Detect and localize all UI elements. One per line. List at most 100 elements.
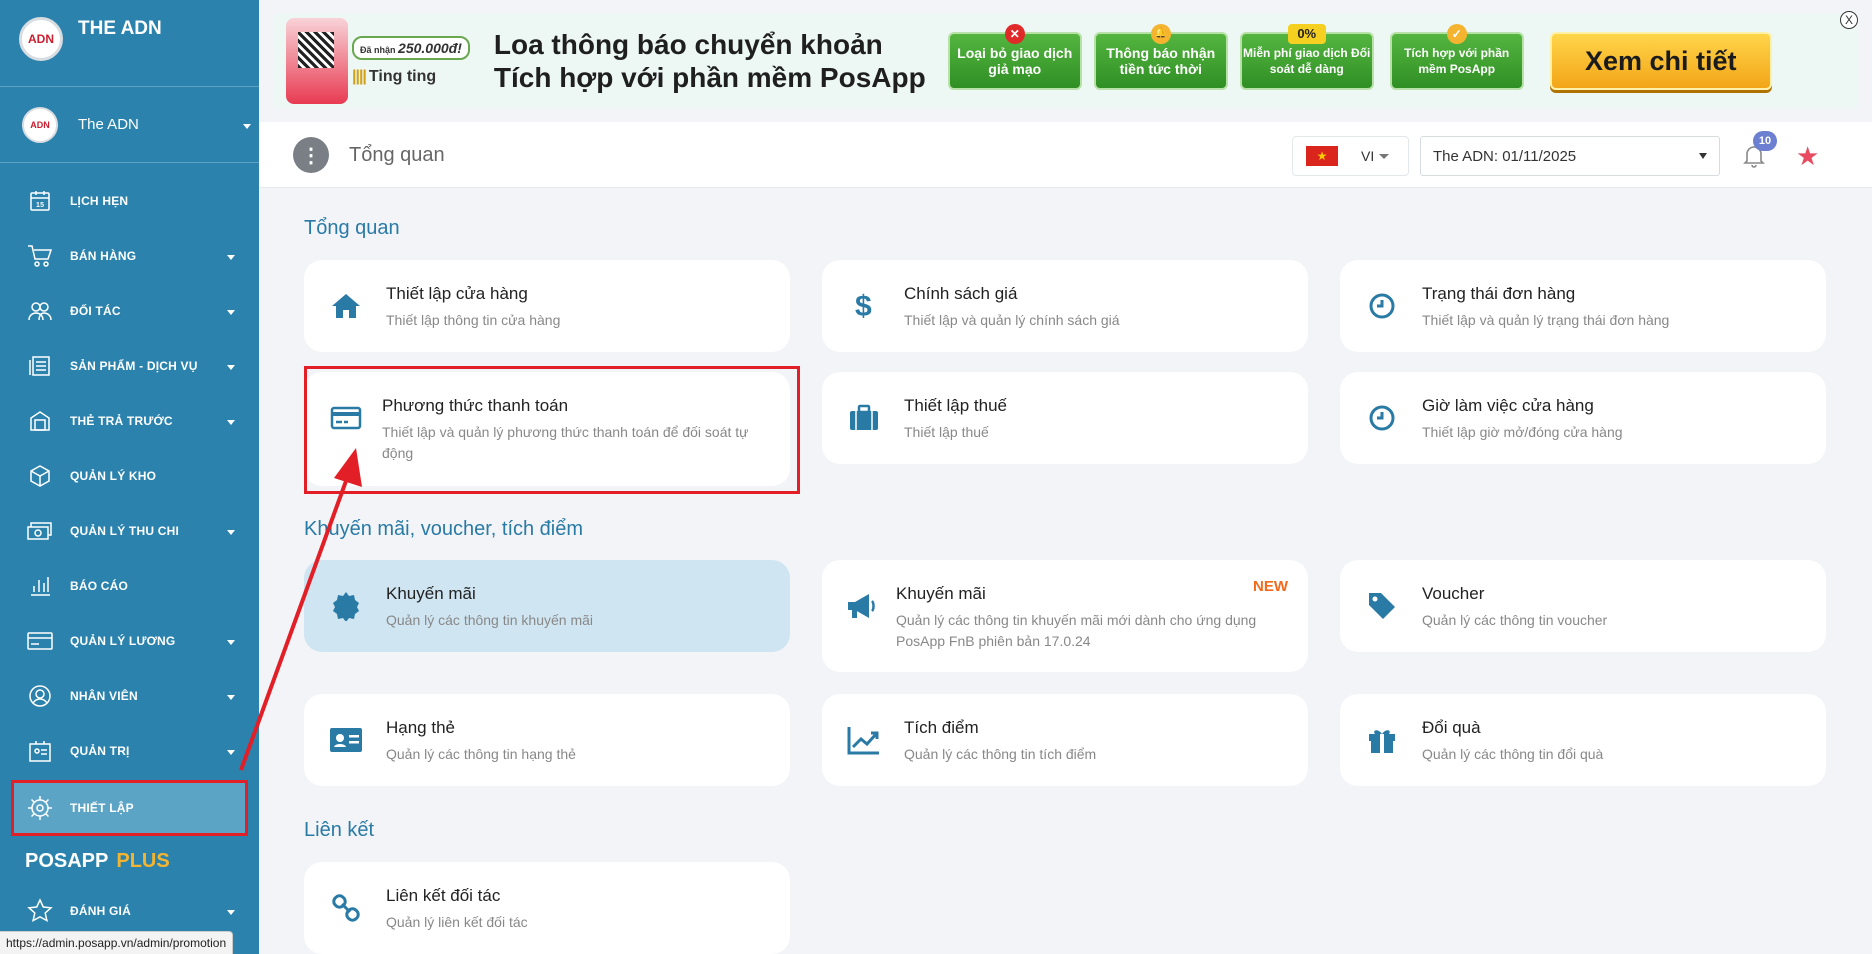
products-icon — [26, 352, 54, 380]
highlight-box-payment-methods — [304, 366, 800, 494]
section-title-promotions: Khuyến mãi, voucher, tích điểm — [304, 518, 584, 540]
sidebar-item-thu-chi[interactable]: QUẢN LÝ THU CHI — [0, 503, 259, 558]
card-desc: Quản lý các thông tin khuyến mãi mới dàn… — [896, 612, 1257, 649]
logo-text: ADN — [28, 32, 54, 46]
trend-icon — [846, 722, 882, 758]
feature-pill: 0% Miễn phí giao dịch Đối soát dễ dàng — [1239, 24, 1374, 90]
card-text: Khuyến mãi Quản lý các thông tin khuyến … — [386, 584, 776, 631]
sound-bars-icon: |||| — [352, 68, 367, 85]
status-url: https://admin.posapp.vn/admin/promotion — [0, 931, 234, 954]
notification-badge: 10 — [1753, 131, 1777, 151]
account-switcher[interactable]: ADN The ADN — [0, 87, 259, 163]
sidebar-item-label: ĐỐI TÁC — [70, 303, 121, 318]
card-text: Thiết lập thuế Thiết lập thuế — [904, 396, 1294, 443]
vietnam-flag-icon: ★ — [1306, 146, 1338, 166]
chevron-down-icon — [227, 694, 235, 700]
card-title: Thiết lập cửa hàng — [386, 284, 528, 303]
top-bar: ⋮ Tổng quan ★ VI The ADN: 01/11/2025 10 … — [259, 122, 1872, 188]
chevron-down-icon — [227, 749, 235, 755]
card-title: Đổi quà — [1422, 718, 1481, 737]
card-promotion-new[interactable]: Khuyến mãi Quản lý các thông tin khuyến … — [822, 560, 1308, 672]
card-voucher[interactable]: Voucher Quản lý các thông tin voucher — [1340, 560, 1826, 652]
sidebar-item-label: LỊCH HẸN — [70, 193, 129, 208]
sidebar-item-quan-ly-luong[interactable]: QUẢN LÝ LƯƠNG — [0, 613, 259, 668]
account-name: The ADN — [78, 116, 139, 133]
card-title: Voucher — [1422, 584, 1485, 603]
card-loyalty-points[interactable]: Tích điểm Quản lý các thông tin tích điể… — [822, 694, 1308, 786]
reward-prefix: Đã nhận — [360, 45, 396, 55]
megaphone-icon — [844, 588, 880, 624]
speaker-device-image — [286, 18, 348, 104]
card-store-setup[interactable]: Thiết lập cửa hàng Thiết lập thông tin c… — [304, 260, 790, 352]
briefcase-icon — [846, 400, 882, 436]
card-desc: Quản lý các thông tin đổi quà — [1422, 746, 1604, 762]
card-gift-exchange[interactable]: Đổi quà Quản lý các thông tin đổi quà — [1340, 694, 1826, 786]
card-text: Voucher Quản lý các thông tin voucher — [1422, 584, 1812, 631]
language-selector[interactable]: ★ VI — [1292, 136, 1409, 176]
sidebar-item-nhan-vien[interactable]: NHÂN VIÊN — [0, 668, 259, 723]
card-membership-tier[interactable]: Hạng thẻ Quản lý các thông tin hạng thẻ — [304, 694, 790, 786]
view-details-button[interactable]: Xem chi tiết — [1549, 32, 1772, 90]
banner-close-button[interactable]: X — [1840, 11, 1858, 29]
card-desc: Quản lý các thông tin tích điểm — [904, 746, 1097, 762]
promo-banner[interactable]: Đã nhận 250.000đ! |||| Ting ting Loa thôn… — [274, 14, 1858, 108]
brand[interactable]: ADN THE ADN — [0, 0, 259, 87]
zero-percent-icon: 0% — [1287, 24, 1326, 44]
card-desc: Thiết lập thông tin cửa hàng — [386, 312, 561, 328]
page-title: Tổng quan — [349, 144, 445, 166]
feature-pill: ✓ Tích hợp với phần mềm PosApp — [1389, 24, 1524, 90]
sidebar-item-thiet-lap[interactable]: THIẾT LẬP — [11, 780, 248, 836]
store-select-value: The ADN: 01/11/2025 — [1433, 147, 1577, 165]
favorite-star-icon[interactable]: ★ — [1796, 141, 1819, 172]
sidebar-item-label: BÁN HÀNG — [70, 248, 137, 263]
more-menu-button[interactable]: ⋮ — [293, 137, 329, 173]
home-icon — [328, 288, 364, 324]
card-text: Hạng thẻ Quản lý các thông tin hạng thẻ — [386, 718, 776, 765]
card-text: Trạng thái đơn hàng Thiết lập và quản lý… — [1422, 284, 1812, 331]
card-title: Giờ làm việc cửa hàng — [1422, 396, 1594, 415]
chevron-down-icon — [243, 123, 251, 129]
sidebar-item-san-pham[interactable]: SẢN PHẨM - DỊCH VỤ — [0, 338, 259, 393]
card-text: Liên kết đối tác Quản lý liên kết đối tá… — [386, 886, 776, 933]
card-price-policy[interactable]: $ Chính sách giá Thiết lập và quản lý ch… — [822, 260, 1308, 352]
card-title: Hạng thẻ — [386, 718, 455, 737]
headline-line-2: Tích hợp với phần mềm PosApp — [493, 62, 926, 93]
card-title: Khuyến mãi — [896, 584, 986, 603]
sidebar-item-the-tra-truoc[interactable]: THẺ TRẢ TRƯỚC — [0, 393, 259, 448]
feature-pill: ✕ Loại bỏ giao dịch giả mạo — [947, 24, 1082, 90]
card-title: Trạng thái đơn hàng — [1422, 284, 1576, 303]
link-icon — [328, 890, 364, 926]
chevron-down-icon — [1379, 153, 1390, 159]
sidebar-item-bao-cao[interactable]: BÁO CÁO — [0, 558, 259, 613]
card-order-status[interactable]: Trạng thái đơn hàng Thiết lập và quản lý… — [1340, 260, 1826, 352]
check-icon: ✓ — [1446, 24, 1467, 44]
sidebar-item-ban-hang[interactable]: BÁN HÀNG — [0, 228, 259, 283]
chevron-down-icon — [227, 639, 235, 645]
card-title: Liên kết đối tác — [386, 886, 501, 905]
banner-headline: Loa thông báo chuyển khoản Tích hợp với … — [494, 28, 926, 94]
reward-block: Đã nhận 250.000đ! |||| Ting ting — [352, 36, 470, 86]
sidebar-item-quan-tri[interactable]: QUẢN TRỊ — [0, 723, 259, 778]
chevron-down-icon — [227, 529, 235, 535]
card-desc: Thiết lập thuế — [904, 424, 989, 440]
card-working-hours[interactable]: Giờ làm việc cửa hàng Thiết lập giờ mở/đ… — [1340, 372, 1826, 464]
store-select[interactable]: The ADN: 01/11/2025 — [1420, 136, 1720, 176]
sidebar-item-doi-tac[interactable]: ĐỐI TÁC — [0, 283, 259, 338]
card-tax-setup[interactable]: Thiết lập thuế Thiết lập thuế — [822, 372, 1308, 464]
card-text: Giờ làm việc cửa hàng Thiết lập giờ mở/đ… — [1422, 396, 1812, 443]
sidebar-item-label: THIẾT LẬP — [70, 801, 134, 815]
clock-icon — [1364, 288, 1400, 324]
card-desc: Thiết lập giờ mở/đóng cửa hàng — [1422, 424, 1623, 440]
card-title: Tích điểm — [904, 718, 979, 737]
sidebar-item-lich-hen[interactable]: 15 LỊCH HẸN — [0, 173, 259, 228]
card-promotion[interactable]: Khuyến mãi Quản lý các thông tin khuyến … — [304, 560, 790, 652]
card-partner-links[interactable]: Liên kết đối tác Quản lý liên kết đối tá… — [304, 862, 790, 954]
account-avatar: ADN — [22, 106, 58, 143]
sidebar-item-danh-gia[interactable]: ĐÁNH GIÁ — [0, 883, 259, 938]
sidebar-item-label: SẢN PHẨM - DỊCH VỤ — [70, 358, 198, 373]
card-title: Chính sách giá — [904, 284, 1018, 303]
x-circle-icon: ✕ — [1004, 24, 1025, 44]
sidebar-item-quan-ly-kho[interactable]: QUẢN LÝ KHO — [0, 448, 259, 503]
sidebar: ADN THE ADN ADN The ADN 15 LỊCH HẸN BÁN … — [0, 0, 259, 954]
card-desc: Quản lý các thông tin hạng thẻ — [386, 746, 576, 762]
